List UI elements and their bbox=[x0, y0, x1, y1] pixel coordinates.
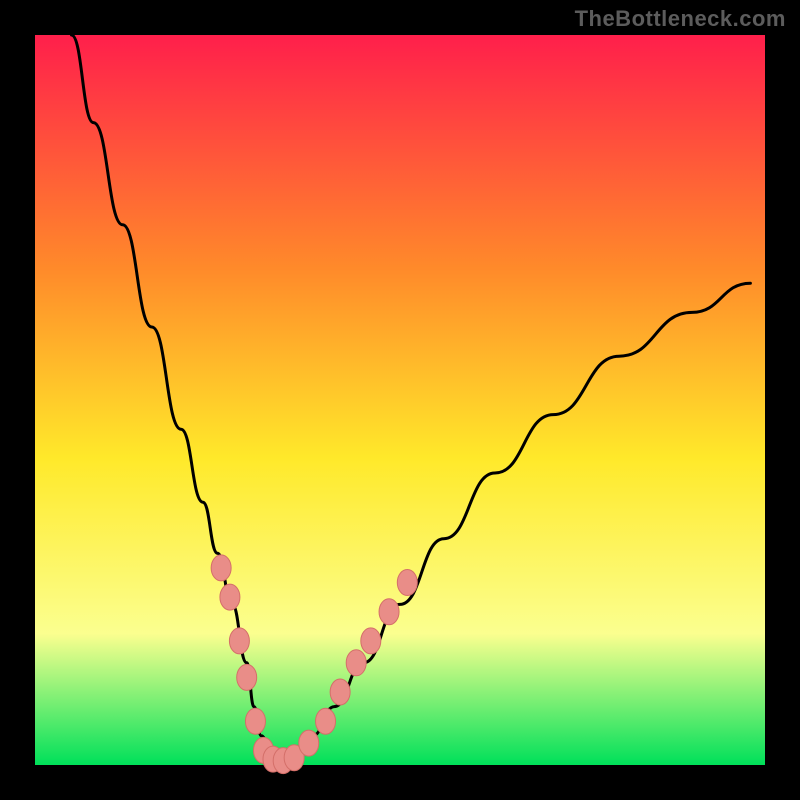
data-marker-0 bbox=[211, 555, 231, 581]
data-marker-1 bbox=[220, 584, 240, 610]
data-marker-3 bbox=[237, 664, 257, 690]
data-marker-9 bbox=[299, 730, 319, 756]
data-marker-13 bbox=[361, 628, 381, 654]
plot-background bbox=[35, 35, 765, 765]
data-marker-14 bbox=[379, 599, 399, 625]
data-marker-11 bbox=[330, 679, 350, 705]
data-marker-4 bbox=[245, 708, 265, 734]
watermark-label: TheBottleneck.com bbox=[575, 6, 786, 32]
bottleneck-chart bbox=[0, 0, 800, 800]
data-marker-15 bbox=[397, 570, 417, 596]
data-marker-2 bbox=[229, 628, 249, 654]
data-marker-12 bbox=[346, 650, 366, 676]
chart-stage: TheBottleneck.com bbox=[0, 0, 800, 800]
data-marker-10 bbox=[316, 708, 336, 734]
